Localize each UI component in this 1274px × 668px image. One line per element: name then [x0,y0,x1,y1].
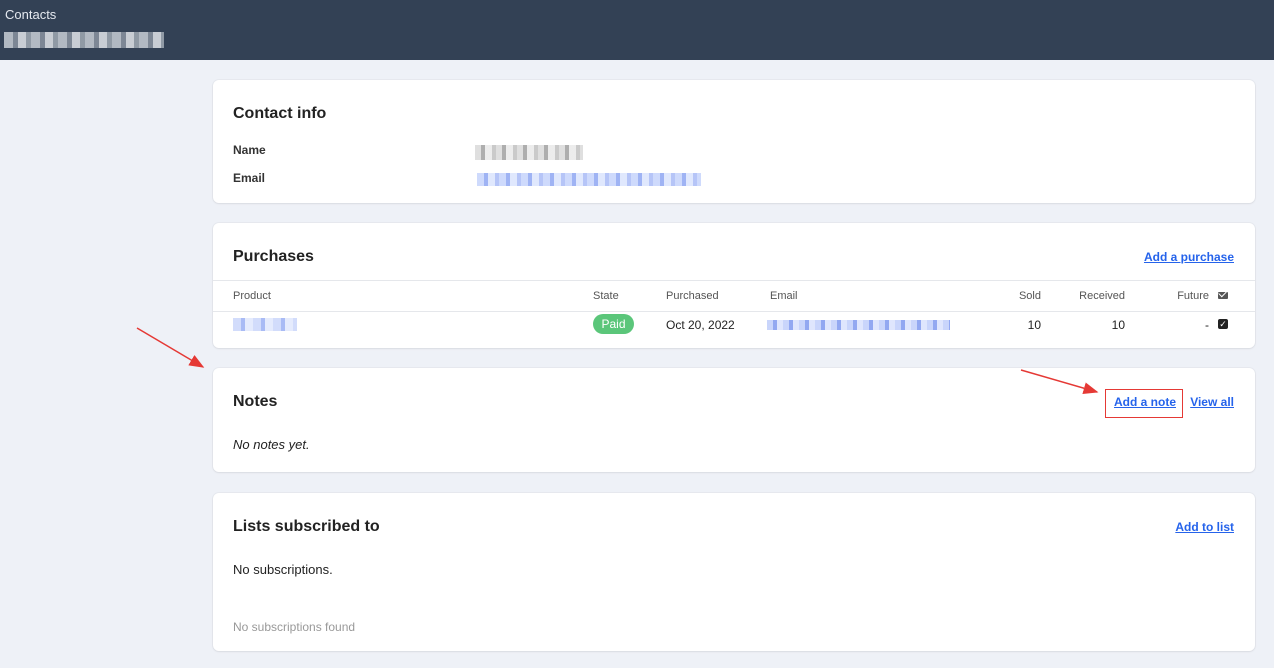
envelope-icon [1218,292,1228,299]
status-badge: Paid [593,314,634,334]
purchases-header-divider [213,280,1255,281]
redacted-name-value [475,145,583,160]
email-label: Email [233,171,266,185]
future-value: - [1205,318,1209,332]
lists-card: Lists subscribed to Add to list No subsc… [213,493,1255,651]
column-received[interactable]: Received [1079,290,1125,302]
column-email[interactable]: Email [770,290,798,302]
column-future[interactable]: Future [1177,290,1209,302]
sold-count: 10 [1027,318,1041,332]
lists-not-found-text: No subscriptions found [233,620,356,634]
column-product[interactable]: Product [233,290,271,302]
checked-checkbox-icon[interactable]: ✓ [1218,319,1228,329]
name-label: Name [233,143,266,157]
notes-empty-text: No notes yet. [233,437,310,452]
notes-title: Notes [233,393,278,410]
arrow-to-notes-card [136,327,205,368]
view-all-notes-link[interactable]: View all [1190,395,1234,409]
highlight-box [1105,389,1183,418]
redacted-purchase-email [767,320,950,330]
contact-info-card: Contact info Name Email [213,80,1255,203]
purchases-row-divider [213,311,1255,312]
purchases-card: Purchases Add a purchase Product State P… [213,223,1255,348]
add-to-list-link[interactable]: Add to list [1175,520,1234,534]
add-purchase-link[interactable]: Add a purchase [1144,250,1234,264]
column-state[interactable]: State [593,290,619,302]
top-bar: Contacts [0,0,1274,60]
received-count: 10 [1111,318,1125,332]
column-sold[interactable]: Sold [1019,290,1041,302]
redacted-contact-identifier [4,32,164,48]
lists-empty-text: No subscriptions. [233,562,333,577]
lists-title: Lists subscribed to [233,518,380,535]
purchases-title: Purchases [233,248,314,265]
contact-info-title: Contact info [233,105,327,122]
purchased-date: Oct 20, 2022 [666,318,735,332]
redacted-email-value[interactable] [477,173,701,186]
column-purchased[interactable]: Purchased [666,290,719,302]
notes-card: Notes Add a note View all No notes yet. [213,368,1255,472]
breadcrumb-contacts[interactable]: Contacts [5,7,56,22]
redacted-product[interactable] [233,318,297,331]
